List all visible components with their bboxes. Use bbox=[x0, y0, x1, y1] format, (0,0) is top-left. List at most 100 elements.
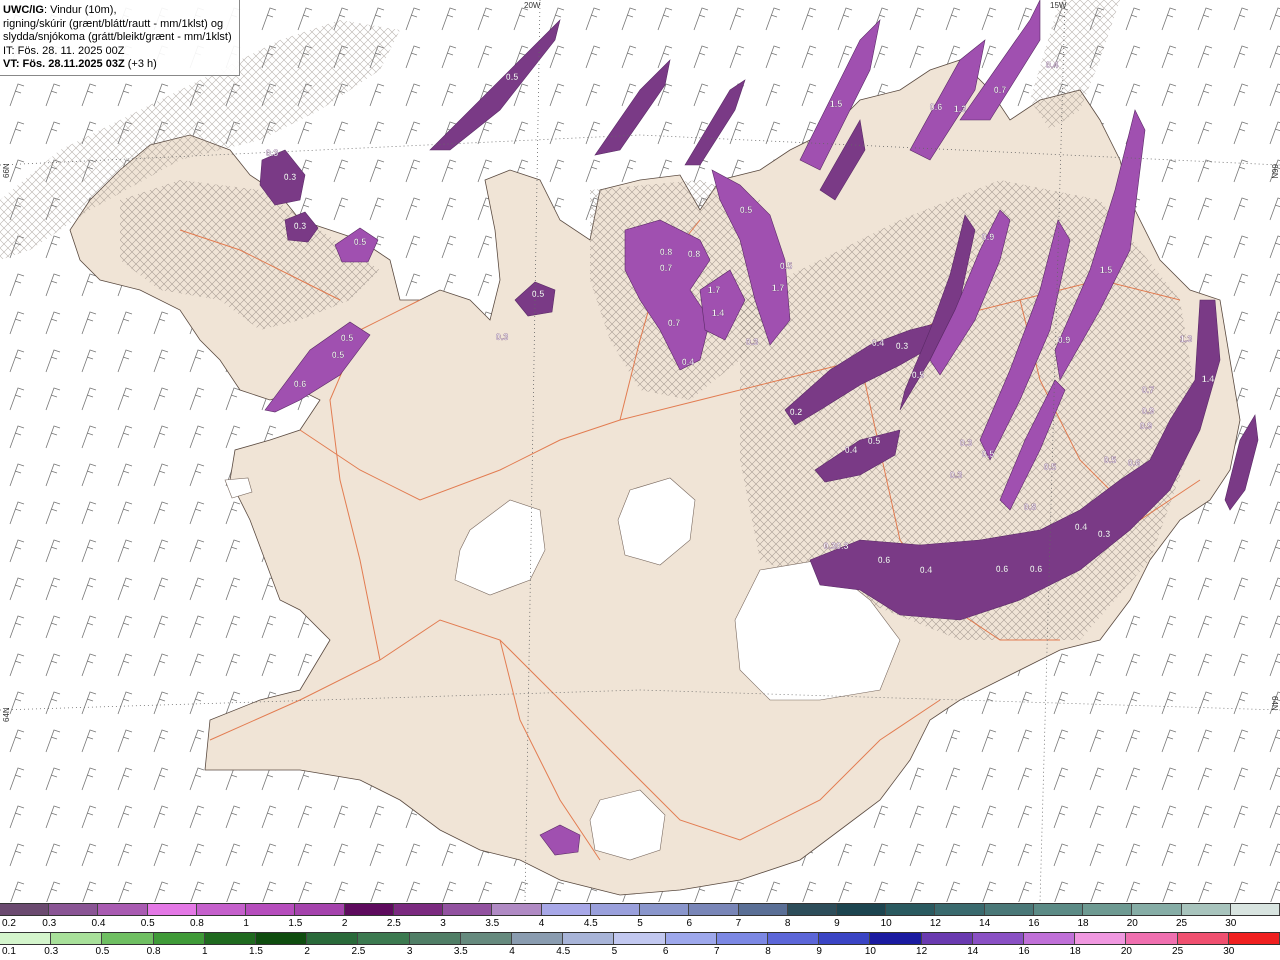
precip-value-label: 1.4 bbox=[1202, 374, 1215, 384]
legend-label: 7 bbox=[735, 918, 742, 929]
legend-label: 0.4 bbox=[91, 918, 106, 929]
legend-label: 0.1 bbox=[2, 946, 16, 957]
legend-label: 8 bbox=[784, 918, 791, 929]
legend-label: 0.2 bbox=[2, 918, 16, 929]
precip-value-label: 0.8 bbox=[660, 247, 673, 257]
precip-value-label: 0.4 bbox=[920, 565, 933, 575]
legend-swatch bbox=[1228, 933, 1280, 944]
precip-value-label: 0.3 bbox=[950, 470, 963, 480]
valid-time-line: VT: Fös. 28.11.2025 03Z (+3 h) bbox=[3, 58, 235, 72]
legend-swatch bbox=[590, 904, 641, 915]
precip-value-label: 0.4 bbox=[1046, 60, 1059, 70]
legend-swatch bbox=[614, 933, 666, 944]
legend-swatch bbox=[689, 904, 739, 915]
legend-swatch bbox=[716, 933, 769, 944]
legend-label: 10 bbox=[880, 918, 892, 929]
precip-value-label: 0.3 bbox=[266, 148, 279, 158]
legend-label: 14 bbox=[979, 918, 991, 929]
legend-label: 0.8 bbox=[189, 918, 204, 929]
legend-label: 3 bbox=[440, 918, 446, 929]
precip-value-label: 0.5 bbox=[506, 72, 519, 82]
legend-swatch bbox=[972, 933, 1025, 944]
legend-swatch bbox=[0, 904, 50, 915]
legend-swatch bbox=[98, 904, 148, 915]
forecast-lead: (+3 h) bbox=[124, 58, 157, 70]
legend-swatch bbox=[196, 904, 247, 915]
precip-value-label: 0.3 bbox=[746, 337, 759, 347]
legend-label: 2.5 bbox=[386, 918, 401, 929]
lon-label-15w: 15W bbox=[1050, 1, 1067, 10]
weather-map[interactable]: 0.5 0.3 0.3 0.3 0.5 0.5 0.3 0.5 0.5 0.6 0.8 0.7 0.8 1… bbox=[0, 0, 1280, 902]
legend-swatch bbox=[984, 904, 1034, 915]
precip-value-label: 0.4 bbox=[872, 338, 885, 348]
legend-swatch bbox=[921, 933, 973, 944]
legend-label: 1 bbox=[243, 918, 249, 929]
precip-value-label: 0.5 bbox=[532, 289, 545, 299]
product-name: UWC/IG bbox=[3, 4, 44, 16]
legend-swatch bbox=[1177, 933, 1229, 944]
legend-label: 3 bbox=[406, 946, 413, 957]
legend-label: 1.5 bbox=[288, 918, 303, 929]
precip-value-label: 0.3 bbox=[294, 221, 307, 231]
legend-label: 6 bbox=[662, 946, 669, 957]
precip-value-label: 0.4 bbox=[1075, 522, 1088, 532]
precip-value-label: 1.4 bbox=[712, 308, 725, 318]
legend-label: 9 bbox=[834, 918, 840, 929]
legend-swatch bbox=[640, 904, 690, 915]
legend-label: 12 bbox=[929, 918, 941, 929]
legend-label: 14 bbox=[967, 946, 979, 957]
legend-swatch bbox=[1075, 933, 1127, 944]
precip-value-label: 0.3 bbox=[960, 438, 973, 448]
legend-label: 0.8 bbox=[146, 946, 161, 957]
legend-label: 18 bbox=[1069, 946, 1081, 957]
legend-label: 0.5 bbox=[95, 946, 110, 957]
legend-snow-colorbar bbox=[0, 903, 1280, 916]
precip-value-label: 0.7 bbox=[994, 85, 1007, 95]
precip-value-label: 0.5 bbox=[1104, 455, 1117, 465]
lat-label-right-lower: 64N bbox=[1270, 696, 1279, 711]
legend-swatch bbox=[147, 904, 197, 915]
precip-value-label: 0.5 bbox=[740, 205, 753, 215]
legend-swatch bbox=[204, 933, 257, 944]
valid-time: VT: Fös. 28.11.2025 03Z bbox=[3, 58, 125, 70]
legend-swatch bbox=[443, 904, 493, 915]
legend-swatch bbox=[563, 933, 615, 944]
precip-value-label: 0.7 bbox=[660, 263, 673, 273]
legend-label: 12 bbox=[916, 946, 928, 957]
lat-label-right-upper: 66N bbox=[1270, 164, 1279, 179]
precip-value-label: 0.2 bbox=[790, 407, 803, 417]
precip-value-label: 0.5 bbox=[780, 261, 793, 271]
precip-value-label: 0.3 bbox=[1098, 529, 1111, 539]
legend-swatch bbox=[870, 933, 922, 944]
precip-value-label: 0.5 bbox=[912, 370, 925, 380]
legend-label: 5 bbox=[637, 918, 643, 929]
legend-swatch bbox=[787, 904, 837, 915]
precip-value-label: 0.6 bbox=[1128, 458, 1141, 468]
legend-swatch bbox=[393, 904, 444, 915]
legend-label: 1 bbox=[202, 946, 208, 957]
legend-swatch bbox=[460, 933, 513, 944]
legend-swatch bbox=[492, 904, 542, 915]
legend-label: 16 bbox=[1028, 918, 1040, 929]
legend-swatch bbox=[1132, 904, 1182, 915]
precip-value-label: 0.4 bbox=[682, 357, 695, 367]
legend-swatch bbox=[409, 933, 461, 944]
legend-label: 20 bbox=[1120, 946, 1132, 957]
precip-value-label: 0.4 bbox=[845, 445, 858, 455]
legend-swatch bbox=[665, 933, 717, 944]
precip-value-label: 0.8 bbox=[1024, 502, 1037, 512]
precip-value-label: 0.6 bbox=[930, 102, 943, 112]
lat-label-left-lower: 64N bbox=[2, 707, 11, 722]
legend-swatch bbox=[768, 933, 820, 944]
precip-value-label: 0.6 bbox=[1030, 564, 1043, 574]
legend-label: 3.5 bbox=[453, 946, 468, 957]
legend-swatch bbox=[246, 904, 296, 915]
title-line-1: UWC/IG: Vindur (10m), bbox=[3, 4, 235, 18]
precip-value-label: 0.5 bbox=[1044, 462, 1057, 472]
precip-value-label: 0.30.3 bbox=[823, 541, 848, 551]
legend-rain-labels: 0.1 0.3 0.5 0.8 1 1.5 2 2.5 3 3.5 4 4.5 5 6 7 8 9 10 12 14 1… bbox=[0, 946, 1280, 959]
legend-swatch bbox=[935, 904, 985, 915]
legend-swatch bbox=[153, 933, 205, 944]
legend-label: 8 bbox=[765, 946, 771, 957]
legend-label: 10 bbox=[864, 946, 876, 957]
